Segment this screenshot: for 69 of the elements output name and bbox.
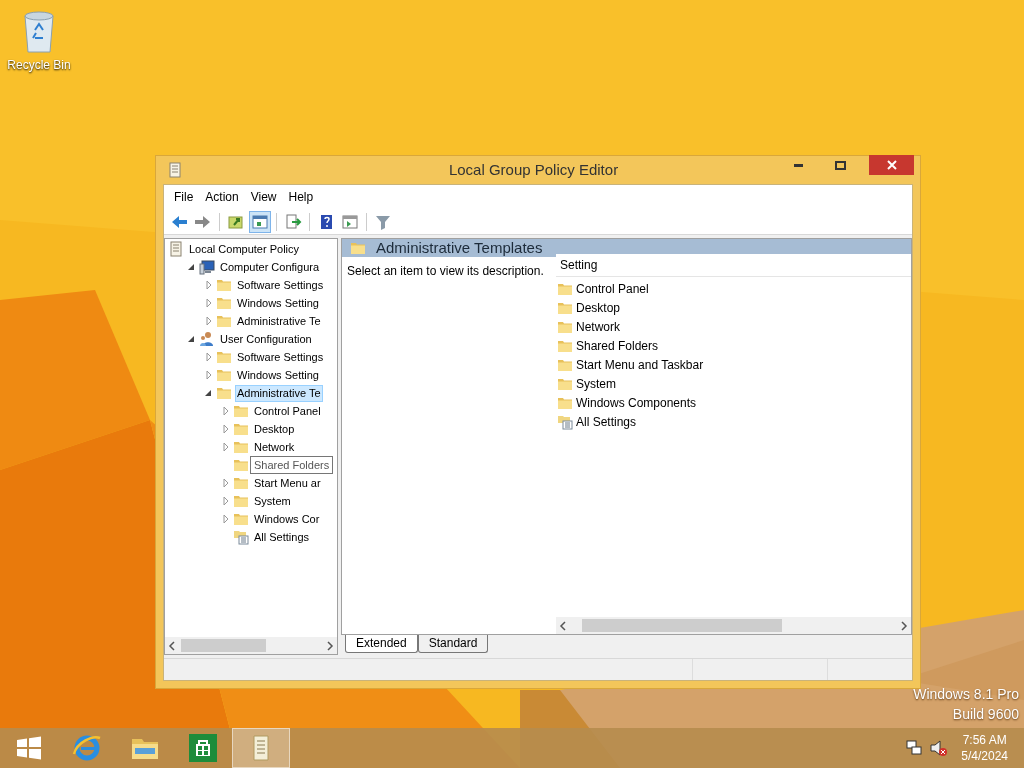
folder-icon — [233, 421, 249, 437]
tab[interactable]: Extended — [345, 635, 418, 653]
watermark-text: Build 9600 — [952, 705, 1019, 724]
window-title: Local Group Policy Editor — [448, 159, 619, 180]
document-icon — [168, 162, 182, 178]
folder-icon — [233, 457, 249, 473]
tree-item[interactable]: Local Computer Policy — [187, 240, 302, 258]
menu-item[interactable]: File — [168, 188, 200, 206]
tree-item[interactable]: Windows Setting — [235, 294, 321, 312]
pane-header-title: Administrative Templates — [376, 239, 543, 257]
folder-icon — [233, 475, 249, 491]
document-button[interactable] — [232, 728, 290, 768]
menu-item[interactable]: View — [244, 188, 283, 206]
horizontal-scrollbar[interactable] — [165, 637, 337, 654]
column-header-label: Setting — [560, 257, 598, 274]
folder-icon — [216, 313, 232, 329]
list-item[interactable]: Shared Folders — [576, 336, 659, 355]
tree-item[interactable]: Software Settings — [235, 348, 326, 366]
minimize-icon — [793, 163, 803, 167]
computer-icon — [199, 259, 215, 275]
list-item[interactable]: Network — [576, 317, 620, 336]
tree-item[interactable]: Administrative Te — [235, 384, 323, 402]
users-icon — [199, 331, 215, 347]
tree-item[interactable]: Control Panel — [252, 402, 323, 420]
tree-item[interactable]: Windows Cor — [252, 510, 322, 528]
speaker-muted-icon — [929, 739, 948, 757]
list-item[interactable]: Control Panel — [576, 279, 649, 298]
tree-item[interactable]: Network — [252, 438, 297, 456]
tab[interactable]: Standard — [417, 635, 489, 653]
close-icon — [886, 160, 897, 170]
folder-icon — [216, 349, 232, 365]
folder-icon — [216, 295, 232, 311]
network-icon — [905, 739, 924, 757]
tree-item[interactable]: Desktop — [252, 420, 297, 438]
shopping-bag-icon — [187, 732, 219, 764]
menu-item[interactable]: Action — [199, 188, 245, 206]
recycle-bin-icon — [21, 8, 57, 54]
column-header[interactable]: Setting — [556, 254, 911, 277]
folder-icon — [216, 385, 232, 401]
console-tree-icon[interactable] — [249, 210, 271, 233]
folder-icon — [233, 403, 249, 419]
list-item[interactable]: Start Menu and Taskbar — [576, 355, 704, 374]
folder-icon — [233, 439, 249, 455]
tree-item[interactable]: All Settings — [252, 528, 312, 546]
folder-icon — [233, 511, 249, 527]
settings-list-icon — [233, 529, 249, 545]
tree-item[interactable]: System — [252, 492, 293, 510]
tree-item[interactable]: Start Menu ar — [252, 474, 323, 492]
tree-item[interactable]: Administrative Te — [235, 312, 323, 330]
tree-item[interactable]: Windows Setting — [235, 366, 321, 384]
watermark-text: Windows 8.1 Pro — [913, 685, 1019, 704]
horizontal-scrollbar[interactable] — [556, 617, 911, 634]
folder-icon — [216, 277, 232, 293]
menu-item[interactable]: Help — [282, 188, 320, 206]
list-item[interactable]: System — [576, 374, 616, 393]
folder-icon — [350, 240, 366, 256]
description-text: Select an item to view its description. — [347, 264, 544, 278]
folder-icon — [233, 493, 249, 509]
list-item[interactable]: Windows Components — [576, 393, 697, 412]
maximize-icon — [834, 160, 846, 170]
tree-item[interactable]: Software Settings — [235, 276, 326, 294]
folder-icon — [216, 367, 232, 383]
document-icon — [168, 241, 184, 257]
list-item[interactable]: All Settings — [576, 412, 637, 431]
close-button[interactable] — [869, 155, 914, 175]
list-item[interactable]: Desktop — [576, 298, 621, 317]
tree-item[interactable]: User Configuration — [218, 330, 314, 348]
tooltip: Shared Folders — [250, 456, 334, 474]
tree-item[interactable]: Computer Configura — [218, 258, 322, 276]
